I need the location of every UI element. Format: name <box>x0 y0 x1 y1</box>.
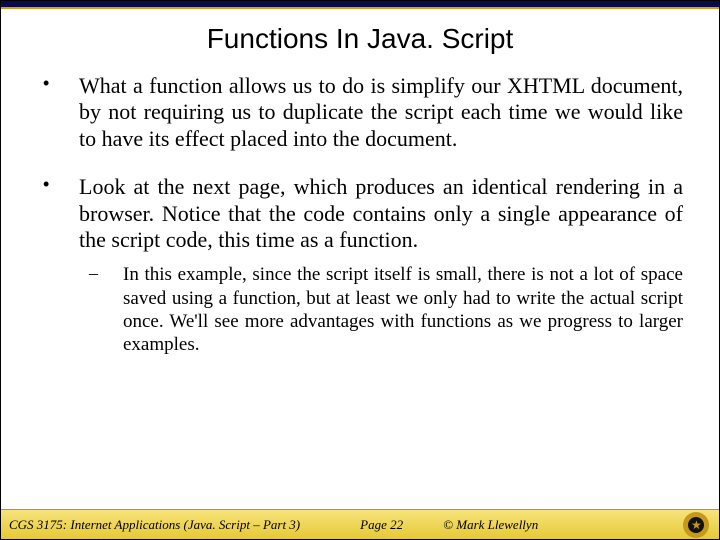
bullet-item: What a function allows us to do is simpl… <box>37 73 683 152</box>
accent-underline <box>1 7 719 9</box>
slide-content: What a function allows us to do is simpl… <box>1 73 719 356</box>
bullet-text: Look at the next page, which produces an… <box>79 174 683 252</box>
sub-bullet-list: In this example, since the script itself… <box>79 263 683 356</box>
main-bullet-list: What a function allows us to do is simpl… <box>37 73 683 356</box>
footer-page: Page 22 <box>360 517 403 533</box>
sub-bullet-item: In this example, since the script itself… <box>79 263 683 356</box>
slide-footer: CGS 3175: Internet Applications (Java. S… <box>1 509 719 539</box>
footer-copyright: © Mark Llewellyn <box>443 517 538 533</box>
slide-title: Functions In Java. Script <box>1 23 719 55</box>
ucf-logo: ★ <box>683 512 709 538</box>
footer-course: CGS 3175: Internet Applications (Java. S… <box>9 517 300 533</box>
bullet-item: Look at the next page, which produces an… <box>37 174 683 356</box>
